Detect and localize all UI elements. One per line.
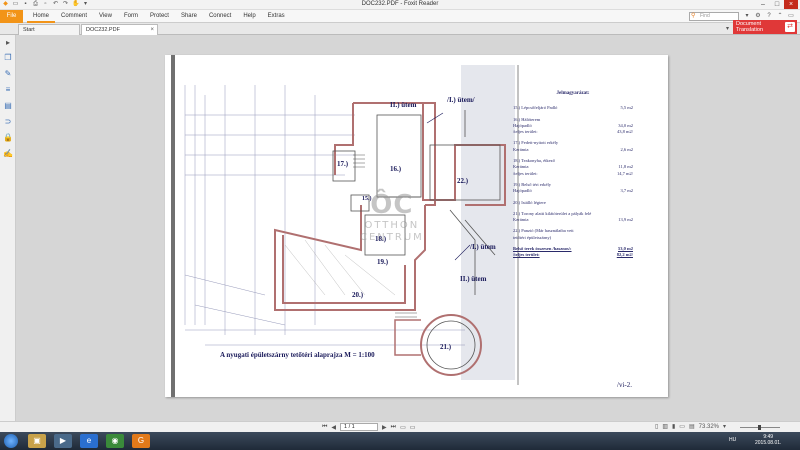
layout-icon[interactable]: ▭ <box>787 12 795 20</box>
tab-view[interactable]: View <box>93 10 118 23</box>
help-icon[interactable]: ? <box>765 12 773 20</box>
watermark-line2: CENTRUM <box>360 232 424 243</box>
facing-icon[interactable]: ▮ <box>672 423 675 430</box>
room-label: 17.) <box>337 160 349 168</box>
legend: Jelmagyarázat: 15.) Lépcsőfeljáró Padló 5… <box>513 91 633 259</box>
tab-document[interactable]: DOC232.PDF × <box>81 24 158 35</box>
zoom-slider[interactable] <box>740 425 780 430</box>
start-button[interactable] <box>4 434 18 448</box>
tab-form[interactable]: Form <box>118 10 144 23</box>
tab-document-label: DOC232.PDF <box>86 27 120 33</box>
next-page-icon[interactable]: ▶ <box>382 424 387 431</box>
room-label: 21.) <box>440 343 452 351</box>
stage-label: II.) ütem <box>460 275 487 283</box>
left-navigation-panel: ▸ ❐ ✎ ≡ ▤ ⊃ 🔒 ✍ <box>0 35 16 421</box>
single-page-icon[interactable]: ▯ <box>655 423 658 430</box>
media-player-icon[interactable]: ▶ <box>54 434 72 448</box>
title-bar: ◆ ▭ ▪ ⎙ ▫ ↶ ↷ ✋ ▾ DOC232.PDF - Foxit Rea… <box>0 0 800 10</box>
zoom-menu-icon[interactable]: ▾ <box>723 423 726 430</box>
tab-help[interactable]: Help <box>237 10 261 23</box>
room-label: 16.) <box>390 165 402 173</box>
tab-start[interactable]: Start <box>18 24 80 35</box>
room-label: 18.) <box>375 235 387 243</box>
watermark-line1: OTTHON <box>364 220 420 231</box>
zoom-level[interactable]: 73.32% <box>699 424 719 430</box>
close-tab-icon[interactable]: × <box>150 25 154 35</box>
page-number-input[interactable]: 1 / 1 <box>340 423 379 431</box>
status-bar: ⏮ ◀ 1 / 1 ▶ ⏭ ▭ ▭ ▯ ▥ ▮ ▭ ▤ 73.32% ▾ <box>0 421 800 432</box>
expand-panel-icon[interactable]: ▸ <box>3 38 13 48</box>
last-page-icon[interactable]: ⏭ <box>391 424 396 431</box>
pdf-page: ÔC OTTHON CENTRUM II.) ütem /I.) ütem/ /… <box>165 55 668 397</box>
file-menu-button[interactable]: File <box>0 10 23 23</box>
tab-home[interactable]: Home <box>27 10 56 23</box>
window-title: DOC232.PDF - Foxit Reader <box>361 1 439 7</box>
room-label: 19.) <box>377 258 389 266</box>
explorer-icon[interactable]: ▣ <box>28 434 46 448</box>
stage-label: II.) ütem <box>390 101 417 109</box>
document-tabs: Start DOC232.PDF × ▾ <box>0 23 800 35</box>
find-input[interactable]: ⚲ Find <box>689 12 739 21</box>
taskbar: ▣ ▶ e ◉ G HU 9:49 2015.08.01. <box>0 432 800 450</box>
legend-header: Jelmagyarázat: <box>556 91 590 96</box>
document-viewport[interactable]: ÔC OTTHON CENTRUM II.) ütem /I.) ütem/ /… <box>17 35 800 421</box>
ribbon-tabs: Home Comment View Form Protect Share Con… <box>27 10 291 23</box>
find-placeholder: Find <box>700 13 710 19</box>
bookmarks-icon[interactable]: ✎ <box>3 69 13 79</box>
signature-icon[interactable]: ✍ <box>3 149 13 159</box>
document-translation-button[interactable]: Document Translation ⇄ <box>733 20 797 34</box>
tab-share[interactable]: Share <box>175 10 203 23</box>
close-button[interactable]: × <box>784 0 798 9</box>
room-label: 15.) <box>362 196 372 202</box>
continuous-icon[interactable]: ▥ <box>662 423 668 430</box>
search-options-icon[interactable]: ▾ <box>743 12 751 20</box>
room-label: 20.) <box>352 291 364 299</box>
ie-icon[interactable]: e <box>80 434 98 448</box>
tab-connect[interactable]: Connect <box>203 10 237 23</box>
chrome-icon[interactable]: ◉ <box>106 434 124 448</box>
maximize-button[interactable]: □ <box>770 0 784 9</box>
comments-icon[interactable]: ▤ <box>3 101 13 111</box>
prev-page-icon[interactable]: ◀ <box>331 424 336 431</box>
watermark-logo: ÔC <box>370 190 414 220</box>
ribbon-menu: File Home Comment View Form Protect Shar… <box>0 10 800 23</box>
rotate-icon[interactable]: ▭ <box>410 424 416 431</box>
zoom-slider-thumb[interactable] <box>758 425 761 430</box>
ribbon-right-controls: ▾ ⚙ ? ⌃ ▭ × <box>743 12 800 20</box>
room-label: 22.) <box>457 177 469 185</box>
clock-date: 2015.08.01. <box>755 440 782 446</box>
translation-icon: ⇄ <box>785 22 795 32</box>
fit-icon[interactable]: ▭ <box>679 423 685 430</box>
tab-list-icon[interactable]: ▾ <box>726 25 729 32</box>
clock[interactable]: 9:49 2015.08.01. <box>755 434 781 446</box>
tab-comment[interactable]: Comment <box>55 10 93 23</box>
minimize-button[interactable]: – <box>756 0 770 9</box>
pages-icon[interactable]: ❐ <box>3 53 13 63</box>
first-page-icon[interactable]: ⏮ <box>322 424 327 431</box>
plan-caption: A nyugati épületszárny tetőtéri alaprajz… <box>220 351 375 359</box>
find-icon: ⚲ <box>691 13 696 19</box>
tab-protect[interactable]: Protect <box>144 10 175 23</box>
stage-label: /I.) ütem/ <box>447 96 475 104</box>
legend-sum-total: /teljes terület: 82,2 m2/ <box>513 252 633 258</box>
tab-extras[interactable]: Extras <box>262 10 291 23</box>
attachments-icon[interactable]: ⊃ <box>3 117 13 127</box>
drawing-page-number: /vi-2. <box>617 381 632 389</box>
foxit-icon[interactable]: G <box>132 434 150 448</box>
page-menu-icon[interactable]: ▭ <box>400 424 406 431</box>
page-navigation: ⏮ ◀ 1 / 1 ▶ ⏭ ▭ ▭ <box>322 423 415 431</box>
tab-start-label: Start <box>23 27 35 33</box>
layers-icon[interactable]: ≡ <box>3 85 13 95</box>
fit-width-icon[interactable]: ▤ <box>689 423 695 430</box>
settings-icon[interactable]: ⚙ <box>754 12 762 20</box>
stage-label: /I.) ütem <box>470 243 496 251</box>
security-icon[interactable]: 🔒 <box>3 133 13 143</box>
window-controls: – □ × <box>756 0 798 9</box>
language-indicator[interactable]: HU <box>729 437 736 443</box>
view-controls: ▯ ▥ ▮ ▭ ▤ 73.32% ▾ <box>655 423 726 431</box>
collapse-ribbon-icon[interactable]: ⌃ <box>776 12 784 20</box>
